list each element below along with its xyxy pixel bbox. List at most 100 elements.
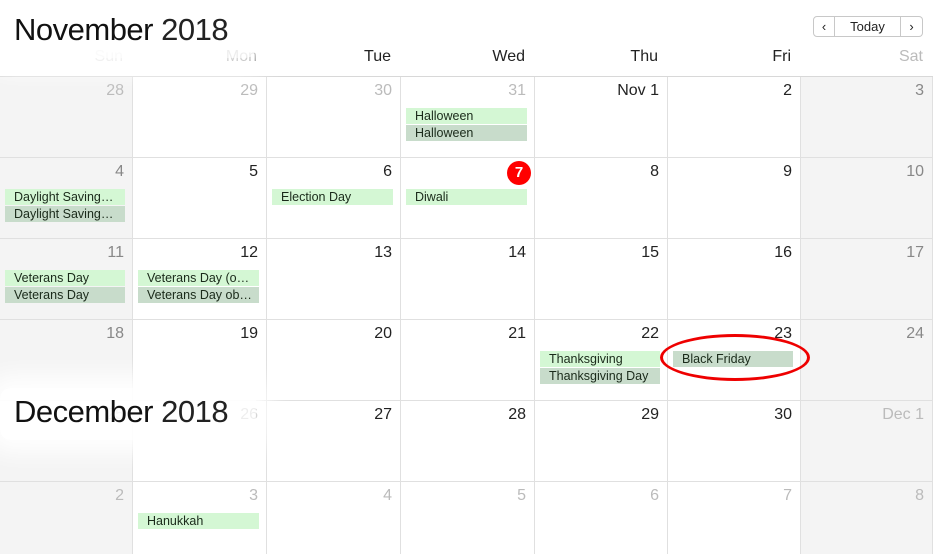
calendar-event[interactable]: Halloween <box>406 125 527 141</box>
day-number: 8 <box>650 163 659 180</box>
day-cell[interactable]: 2 <box>668 77 801 158</box>
day-cell[interactable]: 23 Black Friday <box>668 320 801 401</box>
day-number: 30 <box>774 406 792 423</box>
day-cell[interactable]: 3 <box>801 77 933 158</box>
day-number: 3 <box>249 487 258 504</box>
day-cell[interactable]: 2 <box>0 482 133 554</box>
day-cell[interactable]: 16 <box>668 239 801 320</box>
day-number: 6 <box>650 487 659 504</box>
day-cell[interactable]: 21 <box>401 320 535 401</box>
day-number: 2 <box>783 82 792 99</box>
day-number: 19 <box>240 325 258 342</box>
month-name: November <box>14 12 154 47</box>
calendar-event[interactable]: Black Friday <box>673 351 793 367</box>
day-number: 28 <box>106 82 124 99</box>
day-cell[interactable]: 8 <box>801 482 933 554</box>
previous-month-button[interactable]: ‹ <box>813 16 835 37</box>
weekday-label: Tue <box>364 48 391 65</box>
today-date-badge: 7 <box>507 161 531 185</box>
day-cell[interactable]: 30 <box>267 77 401 158</box>
day-cell[interactable]: Nov 1 <box>535 77 668 158</box>
day-number: 4 <box>115 163 124 180</box>
day-cell[interactable]: 22 Thanksgiving Thanksgiving Day <box>535 320 668 401</box>
month-title-november: November 2018 <box>0 6 257 58</box>
day-number: 11 <box>107 244 124 261</box>
day-cell[interactable]: 15 <box>535 239 668 320</box>
day-cell[interactable]: 5 <box>401 482 535 554</box>
day-cell[interactable]: 24 <box>801 320 933 401</box>
day-cell[interactable]: 28 <box>0 77 133 158</box>
day-number: 29 <box>641 406 659 423</box>
day-number: 29 <box>240 82 258 99</box>
day-number: 21 <box>508 325 526 342</box>
day-cell[interactable]: 13 <box>267 239 401 320</box>
calendar-event[interactable]: Veterans Day ob… <box>138 287 259 303</box>
day-cell[interactable]: 7 <box>668 482 801 554</box>
day-cell[interactable]: 14 <box>401 239 535 320</box>
day-cell[interactable]: 28 <box>401 401 535 482</box>
day-number: 16 <box>774 244 792 261</box>
day-cell[interactable]: 8 <box>535 158 668 239</box>
chevron-right-icon: › <box>909 19 914 34</box>
day-cell[interactable]: 20 <box>267 320 401 401</box>
day-cell[interactable]: 10 <box>801 158 933 239</box>
day-number: 12 <box>240 244 258 261</box>
calendar-event[interactable]: Diwali <box>406 189 527 205</box>
day-cell[interactable]: 4 Daylight Saving… Daylight Saving… <box>0 158 133 239</box>
day-number: 2 <box>115 487 124 504</box>
calendar-event[interactable]: Daylight Saving… <box>5 206 125 222</box>
day-cell[interactable]: 9 <box>668 158 801 239</box>
day-cell[interactable]: 12 Veterans Day (o… Veterans Day ob… <box>133 239 267 320</box>
weekday-label: Wed <box>492 48 525 65</box>
weekday-label: Fri <box>772 48 791 65</box>
day-number: 30 <box>374 82 392 99</box>
today-button[interactable]: Today <box>835 16 901 37</box>
day-number: 4 <box>383 487 392 504</box>
day-number: 5 <box>517 487 526 504</box>
calendar-event[interactable]: Halloween <box>406 108 527 124</box>
day-cell[interactable]: 27 <box>267 401 401 482</box>
day-number: 31 <box>508 82 526 99</box>
day-number: 7 <box>783 487 792 504</box>
calendar-event[interactable]: Hanukkah <box>138 513 259 529</box>
day-cell[interactable]: 5 <box>133 158 267 239</box>
day-cell[interactable]: 6 <box>535 482 668 554</box>
day-number: 13 <box>374 244 392 261</box>
day-number: 8 <box>915 487 924 504</box>
calendar-event[interactable]: Veterans Day (o… <box>138 270 259 286</box>
day-cell[interactable]: 31 Halloween Halloween <box>401 77 535 158</box>
day-number: 9 <box>783 163 792 180</box>
month-name: December <box>14 394 154 429</box>
chevron-left-icon: ‹ <box>821 19 827 34</box>
calendar-event[interactable]: Thanksgiving <box>540 351 660 367</box>
day-cell[interactable]: 30 <box>668 401 801 482</box>
day-number: Nov 1 <box>617 82 659 99</box>
day-number: Dec 1 <box>882 406 924 423</box>
day-number: 23 <box>774 325 792 342</box>
calendar-event[interactable]: Thanksgiving Day <box>540 368 660 384</box>
day-cell[interactable]: 7 Diwali <box>401 158 535 239</box>
day-cell[interactable]: 3 Hanukkah <box>133 482 267 554</box>
day-number: 28 <box>508 406 526 423</box>
day-cell[interactable]: 11 Veterans Day Veterans Day <box>0 239 133 320</box>
date-navigation: ‹ Today › <box>813 16 923 37</box>
day-cell[interactable]: 29 <box>535 401 668 482</box>
day-number: 20 <box>374 325 392 342</box>
day-cell[interactable]: 4 <box>267 482 401 554</box>
next-month-button[interactable]: › <box>901 16 923 37</box>
day-number: 3 <box>915 82 924 99</box>
month-grid: 28 29 30 31 Halloween Halloween Nov 1 2 3 4 Daylig… <box>0 76 933 554</box>
calendar-event[interactable]: Election Day <box>272 189 393 205</box>
weekday-label: Sat <box>898 48 923 65</box>
calendar-event[interactable]: Veterans Day <box>5 287 125 303</box>
day-cell[interactable]: 6 Election Day <box>267 158 401 239</box>
day-number: 22 <box>641 325 659 342</box>
day-number: 14 <box>508 244 526 261</box>
calendar-event[interactable]: Daylight Saving… <box>5 189 125 205</box>
day-cell[interactable]: Dec 1 <box>801 401 933 482</box>
day-cell[interactable]: 17 <box>801 239 933 320</box>
day-cell[interactable]: 29 <box>133 77 267 158</box>
calendar-event[interactable]: Veterans Day <box>5 270 125 286</box>
month-year: 2018 <box>161 12 229 47</box>
day-number: 18 <box>106 325 124 342</box>
